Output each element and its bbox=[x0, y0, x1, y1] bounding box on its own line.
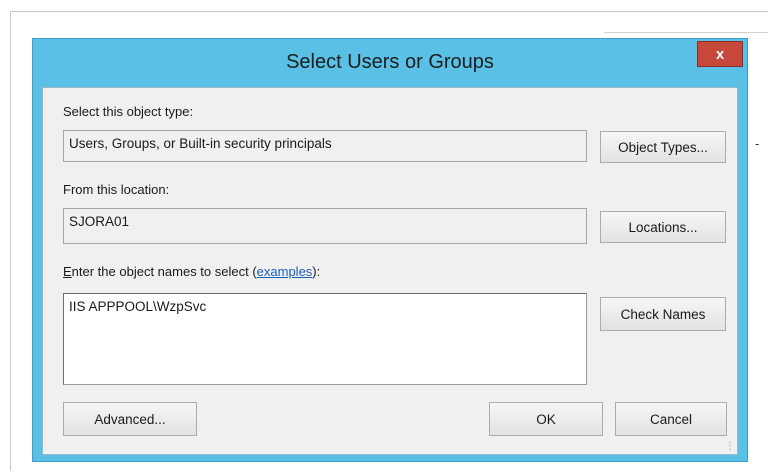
location-label: From this location: bbox=[63, 182, 170, 197]
object-names-label: Enter the object names to select (exampl… bbox=[63, 264, 320, 279]
object-names-label-end: ): bbox=[312, 264, 321, 279]
resize-grip-icon[interactable]: ⋮ bbox=[725, 441, 735, 452]
dialog-title: Select Users or Groups bbox=[286, 51, 494, 73]
object-type-label: Select this object type: bbox=[63, 104, 194, 119]
location-field: SJORA01 bbox=[63, 208, 587, 244]
close-icon: x bbox=[715, 45, 725, 63]
background-divider bbox=[604, 32, 768, 33]
select-users-dialog: Select Users or Groups x Select this obj… bbox=[32, 38, 748, 462]
object-names-label-text: nter the object names to select ( bbox=[71, 264, 257, 279]
object-names-label-accel: E bbox=[63, 264, 72, 279]
ok-button[interactable]: OK bbox=[489, 402, 603, 436]
object-type-field: Users, Groups, or Built-in security prin… bbox=[63, 130, 587, 162]
advanced-button[interactable]: Advanced... bbox=[63, 402, 197, 436]
examples-link[interactable]: examples bbox=[257, 264, 313, 279]
dialog-titlebar[interactable]: Select Users or Groups x bbox=[33, 39, 747, 87]
object-types-button[interactable]: Object Types... bbox=[600, 131, 726, 163]
close-button[interactable]: x bbox=[697, 41, 743, 67]
locations-button[interactable]: Locations... bbox=[600, 211, 726, 243]
cancel-button[interactable]: Cancel bbox=[615, 402, 727, 436]
object-names-input[interactable]: IIS APPPOOL\WzpSvc bbox=[63, 293, 587, 385]
check-names-button[interactable]: Check Names bbox=[600, 297, 726, 331]
screenshot-canvas: - Select Users or Groups x Select this o… bbox=[0, 0, 770, 473]
background-text-fragment: - bbox=[755, 136, 760, 151]
dialog-client-area: Select this object type: Users, Groups, … bbox=[42, 87, 738, 455]
